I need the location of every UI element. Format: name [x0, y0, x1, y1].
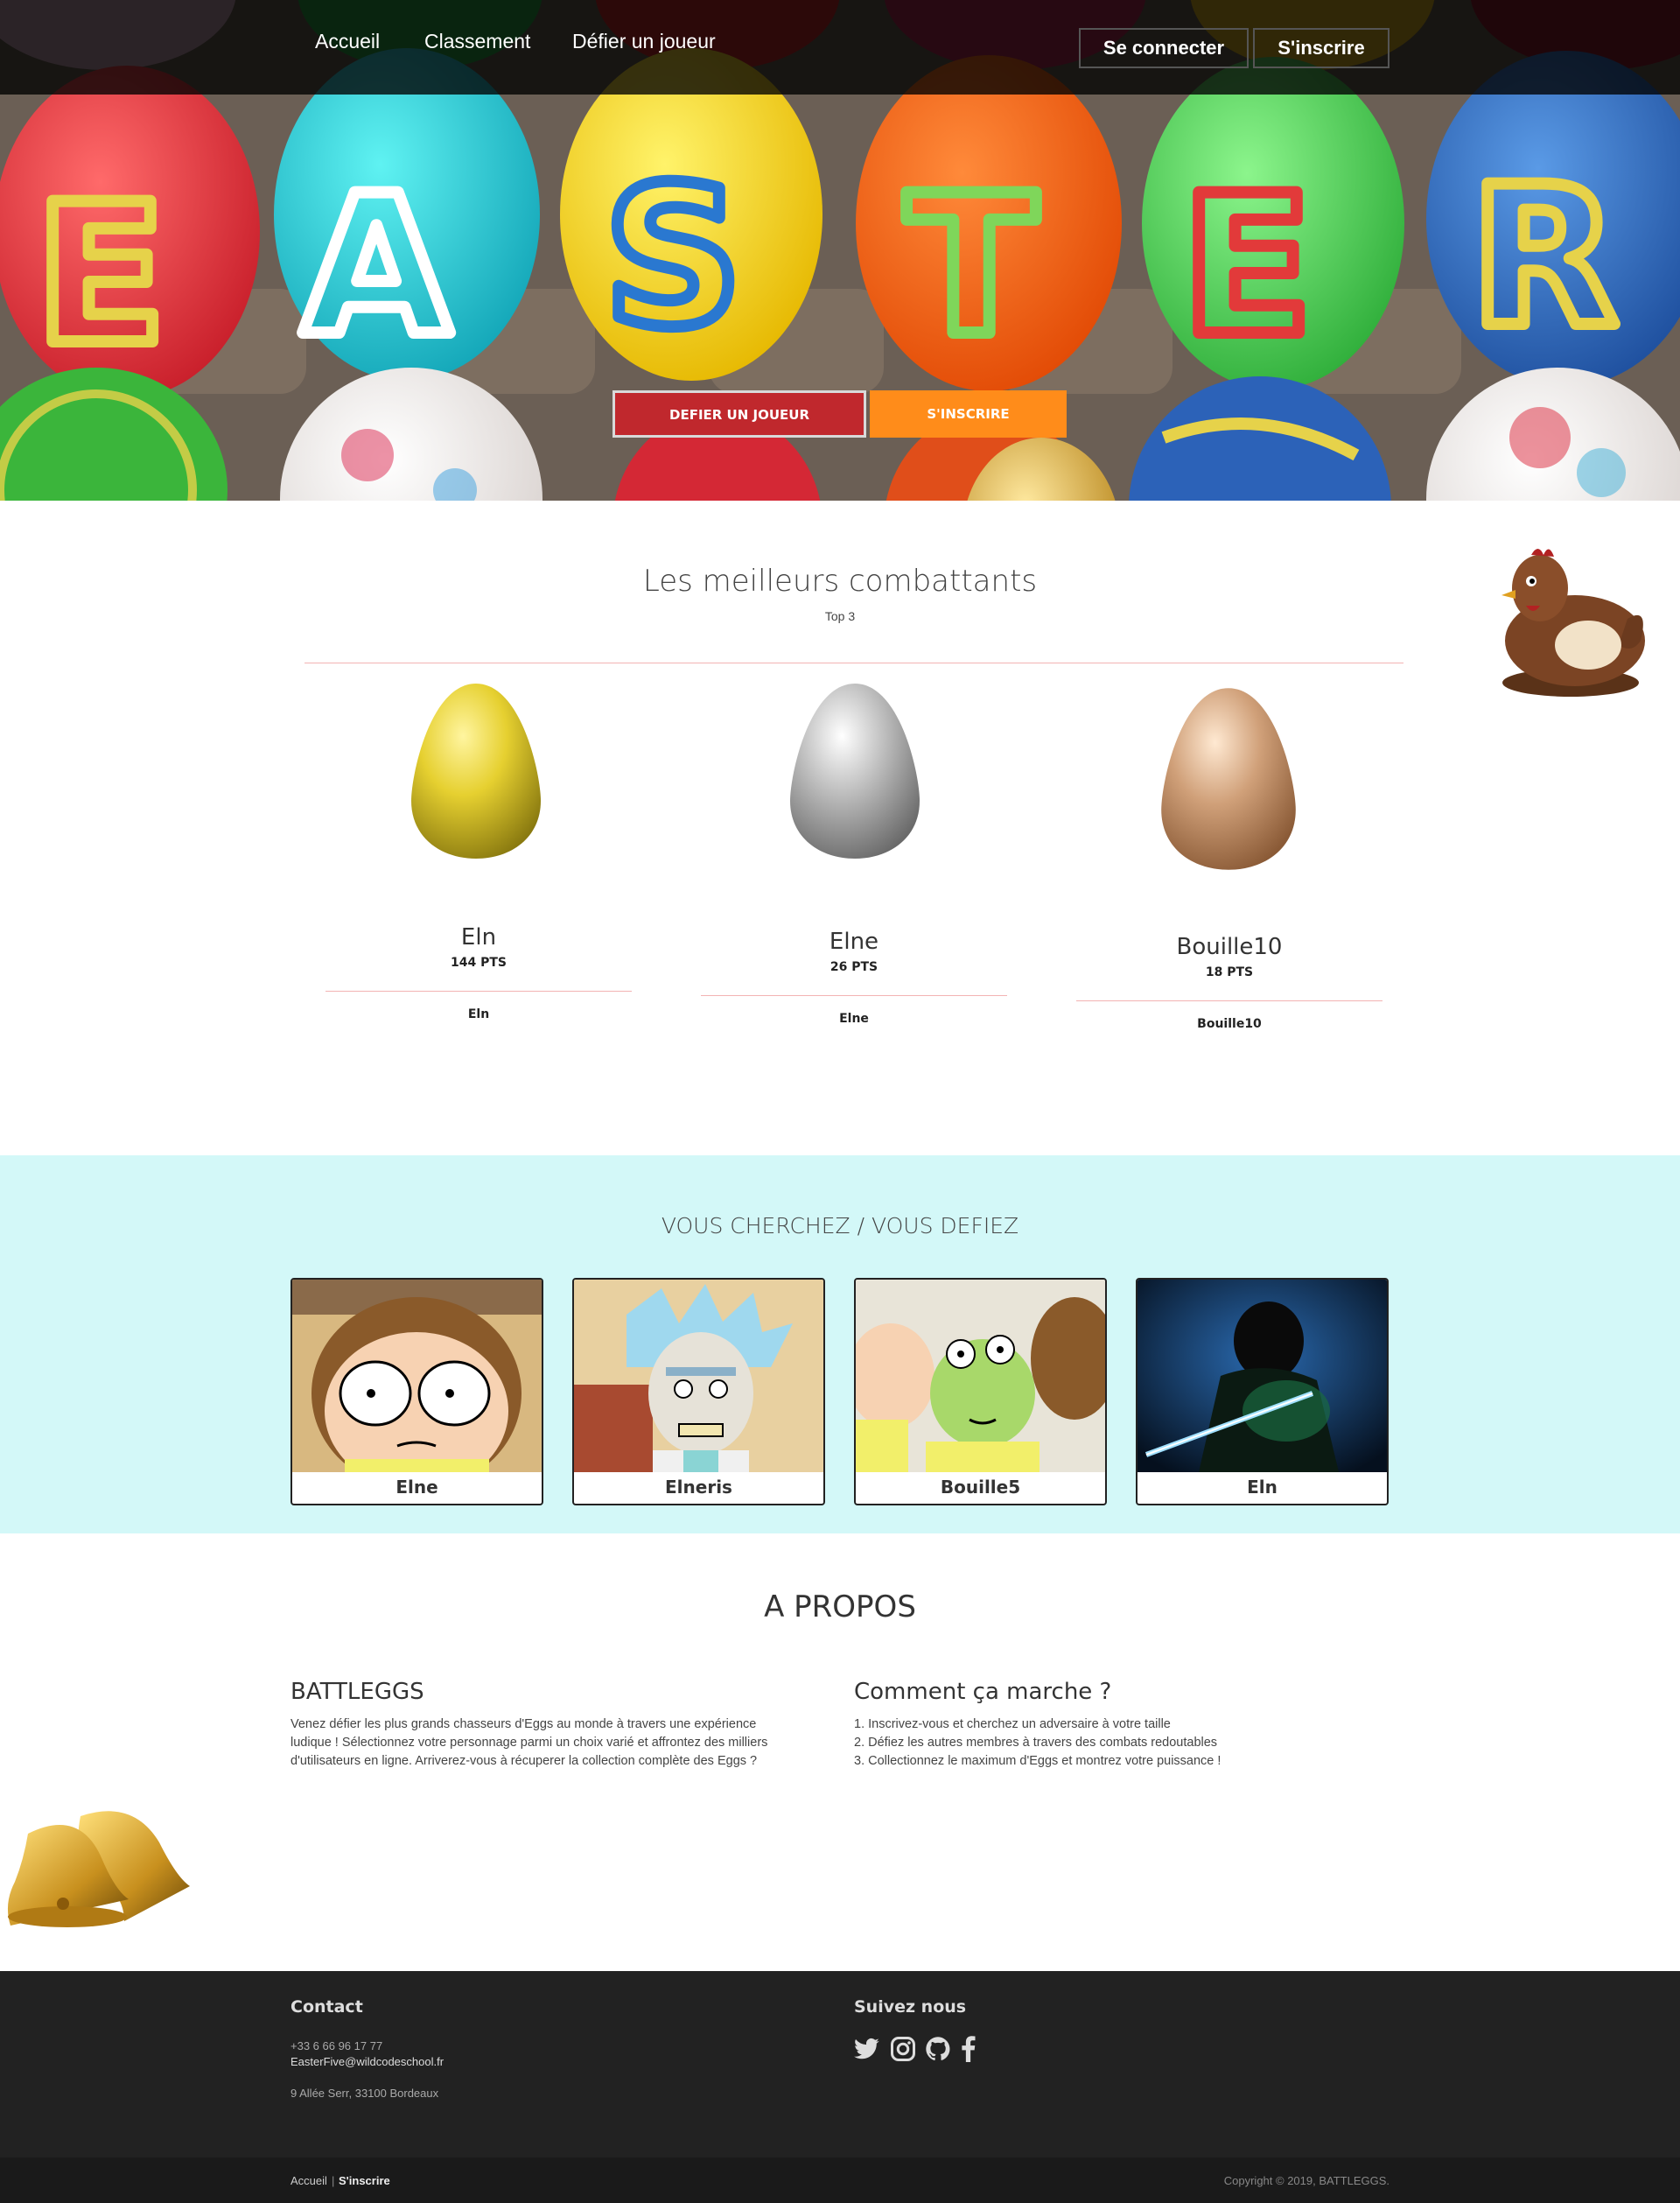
- footer-link-signup[interactable]: S'inscrire: [339, 2174, 390, 2187]
- howto-step: 1. Inscrivez-vous et cherchez un adversa…: [854, 1717, 1171, 1731]
- rank-divider: [326, 991, 632, 992]
- opponent-name: Elne: [396, 1477, 438, 1498]
- svg-text:T: T: [906, 154, 1037, 378]
- top-section-title: Les meilleurs combattants: [642, 564, 1038, 599]
- footer-copyright: Copyright © 2019, BATTLEGGS.: [1223, 2174, 1390, 2187]
- rank-player-link[interactable]: Eln: [326, 1007, 632, 1021]
- opponent-name: Bouille5: [940, 1477, 1021, 1498]
- opponent-avatar-image: [1138, 1280, 1387, 1472]
- footer-contact-title: Contact: [290, 1997, 363, 2017]
- challenge-section-title: VOUS CHERCHEZ / VOUS DEFIEZ: [661, 1213, 1019, 1238]
- opponent-avatar-image: [856, 1280, 1105, 1472]
- login-button[interactable]: Se connecter: [1079, 28, 1249, 68]
- footer-follow-title: Suivez nous: [854, 1997, 967, 2017]
- about-text-line: d'utilisateurs en ligne. Arriverez-vous …: [290, 1754, 758, 1768]
- nav-link-challenge[interactable]: Défier un joueur: [572, 30, 716, 53]
- rank-card-first: Eln 144 PTS Eln: [326, 924, 632, 1021]
- nav-link-home[interactable]: Accueil: [315, 30, 380, 53]
- rank-player-name: Bouille10: [1176, 934, 1283, 960]
- gold-egg-icon: [411, 684, 541, 859]
- rank-player-points: 18 PTS: [1205, 965, 1254, 979]
- top-section-subtitle: Top 3: [824, 609, 856, 623]
- nav-link-ranking[interactable]: Classement: [424, 30, 530, 53]
- rank-card-second: Elne 26 PTS Elne: [701, 929, 1007, 1026]
- footer-link-home[interactable]: Accueil: [290, 2174, 327, 2187]
- silver-egg-icon: [790, 684, 920, 859]
- bronze-egg-icon: [1161, 688, 1296, 870]
- footer: Contact +33 6 66 96 17 77 EasterFive@wil…: [0, 1971, 1680, 2157]
- about-howto-heading: Comment ça marche ?: [854, 1679, 1112, 1705]
- twitter-icon[interactable]: [854, 2036, 880, 2062]
- about-howto-steps: 1. Inscrivez-vous et cherchez un adversa…: [854, 1715, 1379, 1771]
- rank-player-points: 144 PTS: [451, 956, 507, 970]
- howto-step: 2. Défiez les autres membres à travers d…: [854, 1736, 1218, 1750]
- instagram-icon[interactable]: [890, 2036, 916, 2062]
- navbar: Accueil Classement Défier un joueur Se c…: [0, 0, 1680, 95]
- footer-phone: +33 6 66 96 17 77: [290, 2039, 383, 2052]
- rank-player-name: Elne: [829, 929, 879, 955]
- footer-link-separator: |: [332, 2174, 335, 2187]
- rank-card-third: Bouille10 18 PTS Bouille10: [1076, 934, 1382, 1031]
- footer-address: 9 Allée Serr, 33100 Bordeaux: [290, 2087, 439, 2100]
- github-icon[interactable]: [925, 2036, 951, 2062]
- rank-player-link[interactable]: Elne: [701, 1012, 1007, 1026]
- opponent-card[interactable]: Bouille5: [854, 1278, 1107, 1505]
- svg-text:S: S: [604, 145, 742, 369]
- challenge-section: VOUS CHERCHEZ / VOUS DEFIEZ Elne Elneris…: [0, 1155, 1680, 1533]
- footer-email-link[interactable]: EasterFive@wildcodeschool.fr: [290, 2055, 444, 2068]
- opponent-name: Elneris: [665, 1477, 732, 1498]
- golden-bells-image: [7, 1811, 190, 1927]
- about-text-line: ludique ! Sélectionnez votre personnage …: [290, 1736, 768, 1750]
- facebook-icon[interactable]: [958, 2036, 977, 2062]
- footer-bottom-bar: Accueil | S'inscrire Copyright © 2019, B…: [0, 2157, 1680, 2203]
- hero-banner: E A S T E R Accueil Classement Défier un…: [0, 0, 1680, 501]
- svg-text:R: R: [1470, 145, 1618, 369]
- about-section-title: A PROPOS: [764, 1589, 916, 1624]
- howto-step: 3. Collectionnez le maximum d'Eggs et mo…: [854, 1754, 1222, 1768]
- opponent-avatar-image: [574, 1280, 823, 1472]
- rank-player-link[interactable]: Bouille10: [1076, 1017, 1382, 1031]
- opponent-card[interactable]: Eln: [1136, 1278, 1389, 1505]
- hero-signup-button[interactable]: S'INSCRIRE: [870, 390, 1067, 438]
- signup-button[interactable]: S'inscrire: [1253, 28, 1390, 68]
- opponent-card[interactable]: Elne: [290, 1278, 543, 1505]
- rank-divider: [701, 995, 1007, 996]
- opponent-card[interactable]: Elneris: [572, 1278, 825, 1505]
- about-battleggs-text: Venez défier les plus grands chasseurs d…: [290, 1715, 816, 1771]
- svg-text:E: E: [1181, 154, 1312, 378]
- rank-player-points: 26 PTS: [830, 960, 878, 974]
- about-text-line: Venez défier les plus grands chasseurs d…: [290, 1717, 757, 1731]
- svg-text:A: A: [302, 154, 451, 378]
- rank-player-name: Eln: [460, 924, 497, 951]
- about-battleggs-heading: BATTLEGGS: [290, 1679, 424, 1705]
- svg-text:E: E: [35, 163, 166, 387]
- hero-challenge-button[interactable]: DEFIER UN JOUEUR: [612, 390, 866, 438]
- opponent-name: Eln: [1247, 1477, 1278, 1498]
- rank-divider: [1076, 1000, 1382, 1001]
- opponent-avatar-image: [292, 1280, 542, 1472]
